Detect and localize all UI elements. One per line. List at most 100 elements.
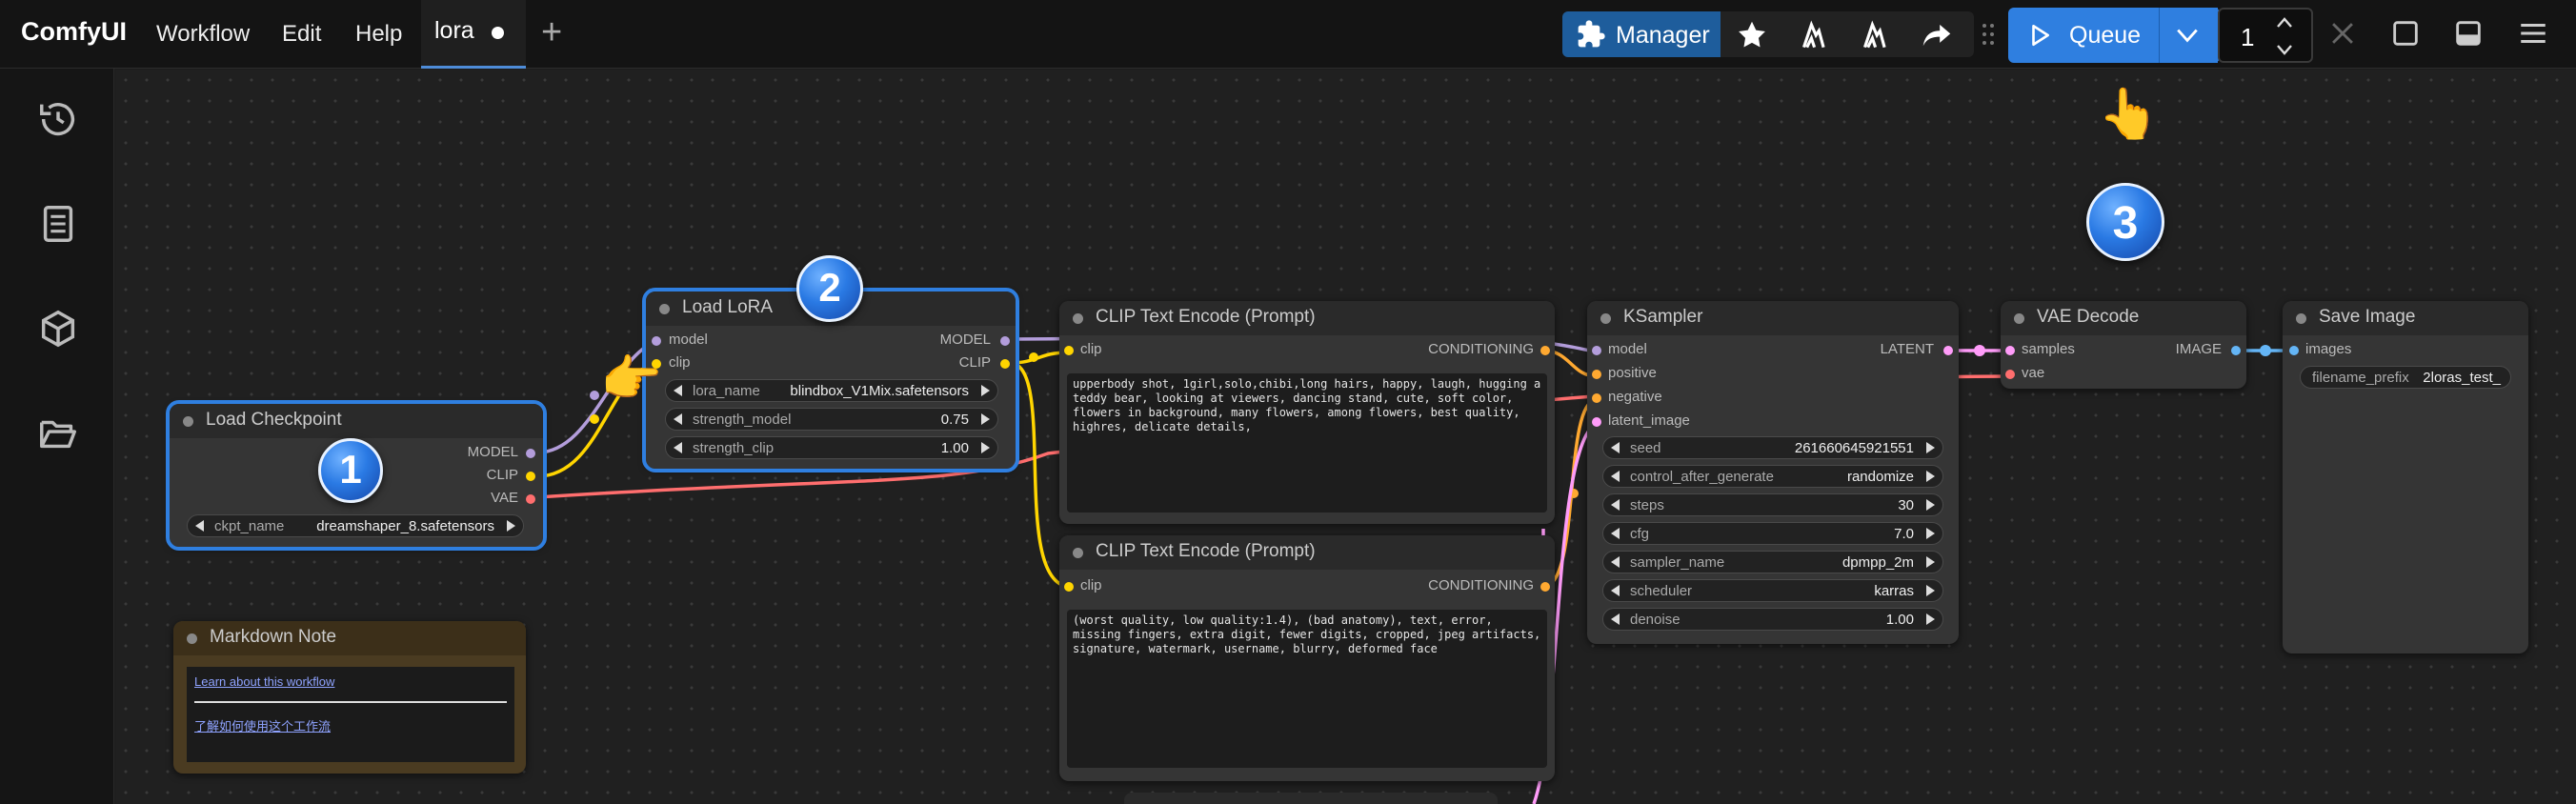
input-negative-socket[interactable] <box>1592 393 1601 403</box>
collapse-dot-icon[interactable] <box>1073 313 1083 324</box>
next-arrow-icon[interactable] <box>1926 471 1935 482</box>
decrement-icon[interactable] <box>2275 42 2294 57</box>
sampler-name-widget[interactable]: sampler_name dpmpp_2m <box>1602 551 1943 573</box>
folder-icon[interactable] <box>36 412 80 455</box>
input-model-socket[interactable] <box>1592 346 1601 355</box>
note-content[interactable]: Learn about this workflow 了解如何使用这个工作流 <box>187 667 514 762</box>
collapse-dot-icon[interactable] <box>1073 548 1083 558</box>
node-title-bar[interactable]: Save Image <box>2283 301 2528 335</box>
lora-name-widget[interactable]: lora_name blindbox_V1Mix.safetensors <box>665 379 998 402</box>
share-icon[interactable] <box>1919 17 1955 53</box>
input-samples-socket[interactable] <box>2005 346 2015 355</box>
steps-widget[interactable]: steps 30 <box>1602 493 1943 516</box>
new-tab-plus-icon[interactable]: + <box>541 11 562 53</box>
denoise-widget[interactable]: denoise 1.00 <box>1602 608 1943 631</box>
tab-lora[interactable]: lora <box>421 0 526 69</box>
node-markdown-note[interactable]: Markdown Note Learn about this workflow … <box>173 621 526 774</box>
menu-workflow[interactable]: Workflow <box>156 21 250 48</box>
output-clip-socket[interactable] <box>526 472 535 481</box>
next-arrow-icon[interactable] <box>1926 442 1935 453</box>
output-model-socket[interactable] <box>526 449 535 458</box>
cube-icon[interactable] <box>36 307 80 351</box>
output-conditioning-socket[interactable] <box>1540 582 1550 592</box>
collapse-dot-icon[interactable] <box>187 633 197 644</box>
output-clip-socket[interactable] <box>1000 359 1010 369</box>
prev-arrow-icon[interactable] <box>1611 442 1620 453</box>
batch-count-input[interactable]: 1 <box>2218 8 2313 63</box>
strength-model-widget[interactable]: strength_model 0.75 <box>665 408 998 431</box>
prev-arrow-icon[interactable] <box>195 520 204 532</box>
learn-workflow-link[interactable]: Learn about this workflow <box>194 674 334 689</box>
next-arrow-icon[interactable] <box>981 413 990 425</box>
next-arrow-icon[interactable] <box>981 385 990 396</box>
input-positive-socket[interactable] <box>1592 370 1601 379</box>
next-arrow-icon[interactable] <box>1926 528 1935 539</box>
prev-arrow-icon[interactable] <box>674 413 682 425</box>
node-clip-text-encode-negative[interactable]: CLIP Text Encode (Prompt) clip CONDITION… <box>1059 535 1555 781</box>
node-title-bar[interactable]: KSampler <box>1587 301 1959 335</box>
node-title-bar[interactable]: CLIP Text Encode (Prompt) <box>1059 301 1555 335</box>
book-icon[interactable] <box>36 202 80 246</box>
input-clip-socket[interactable] <box>1064 346 1074 355</box>
seed-widget[interactable]: seed 261660645921551 <box>1602 436 1943 459</box>
next-arrow-icon[interactable] <box>1926 556 1935 568</box>
node-title-bar[interactable]: CLIP Text Encode (Prompt) <box>1059 535 1555 570</box>
prev-arrow-icon[interactable] <box>1611 471 1620 482</box>
next-arrow-icon[interactable] <box>1926 613 1935 625</box>
scheduler-widget[interactable]: scheduler karras <box>1602 579 1943 602</box>
prompt-textarea[interactable]: upperbody shot, 1girl,solo,chibi,long ha… <box>1067 373 1547 513</box>
next-arrow-icon[interactable] <box>1926 499 1935 511</box>
prompt-textarea[interactable]: (worst quality, low quality:1.4), (bad a… <box>1067 610 1547 768</box>
star-icon[interactable] <box>1734 17 1770 53</box>
focus-mode-icon[interactable] <box>2389 17 2422 50</box>
drag-grip-icon[interactable] <box>1982 23 1995 46</box>
input-latent-image-socket[interactable] <box>1592 417 1601 427</box>
menu-edit[interactable]: Edit <box>282 21 321 48</box>
collapse-dot-icon[interactable] <box>2296 313 2306 324</box>
output-vae-socket[interactable] <box>526 494 535 504</box>
node-save-image[interactable]: Save Image images filename_prefix 2loras… <box>2283 301 2528 653</box>
filename-prefix-widget[interactable]: filename_prefix 2loras_test_ <box>2300 366 2511 389</box>
output-model-socket[interactable] <box>1000 336 1010 346</box>
input-clip-socket[interactable] <box>1064 582 1074 592</box>
history-icon[interactable] <box>36 97 80 141</box>
queue-mode-dropdown[interactable] <box>2159 8 2218 63</box>
node-ksampler[interactable]: KSampler model positive negative latent_… <box>1587 301 1959 644</box>
close-icon[interactable] <box>2326 17 2359 50</box>
menu-hamburger-icon[interactable] <box>2517 17 2549 50</box>
collapse-dot-icon[interactable] <box>1600 313 1611 324</box>
output-latent-socket[interactable] <box>1943 346 1953 355</box>
bottom-panel-icon[interactable] <box>2452 17 2485 50</box>
ckpt-name-widget[interactable]: ckpt_name dreamshaper_8.safetensors <box>187 514 524 537</box>
node-vae-decode[interactable]: VAE Decode samples vae IMAGE <box>2001 301 2246 389</box>
input-vae-socket[interactable] <box>2005 370 2015 379</box>
next-arrow-icon[interactable] <box>981 442 990 453</box>
node-clip-text-encode-positive[interactable]: CLIP Text Encode (Prompt) clip CONDITION… <box>1059 301 1555 524</box>
strength-clip-widget[interactable]: strength_clip 1.00 <box>665 436 998 459</box>
node-title-bar[interactable]: Markdown Note <box>173 621 526 655</box>
next-arrow-icon[interactable] <box>507 520 515 532</box>
menu-help[interactable]: Help <box>355 21 402 48</box>
model-download-icon[interactable] <box>1795 17 1831 53</box>
model-search-icon[interactable] <box>1856 17 1892 53</box>
prev-arrow-icon[interactable] <box>1611 556 1620 568</box>
node-title-bar[interactable]: Load Checkpoint <box>170 404 543 438</box>
prev-arrow-icon[interactable] <box>1611 613 1620 625</box>
learn-workflow-link-chinese[interactable]: 了解如何使用这个工作流 <box>194 716 331 734</box>
control-after-generate-widget[interactable]: control_after_generate randomize <box>1602 465 1943 488</box>
manager-button[interactable]: Manager <box>1562 11 1721 57</box>
collapse-dot-icon[interactable] <box>659 304 670 314</box>
output-conditioning-socket[interactable] <box>1540 346 1550 355</box>
prev-arrow-icon[interactable] <box>674 385 682 396</box>
collapse-dot-icon[interactable] <box>2014 313 2024 324</box>
input-model-socket[interactable] <box>652 336 661 346</box>
prev-arrow-icon[interactable] <box>1611 499 1620 511</box>
prev-arrow-icon[interactable] <box>1611 585 1620 596</box>
increment-icon[interactable] <box>2275 15 2294 30</box>
next-arrow-icon[interactable] <box>1926 585 1935 596</box>
prev-arrow-icon[interactable] <box>1611 528 1620 539</box>
cfg-widget[interactable]: cfg 7.0 <box>1602 522 1943 545</box>
input-images-socket[interactable] <box>2289 346 2299 355</box>
prev-arrow-icon[interactable] <box>674 442 682 453</box>
output-image-socket[interactable] <box>2231 346 2241 355</box>
